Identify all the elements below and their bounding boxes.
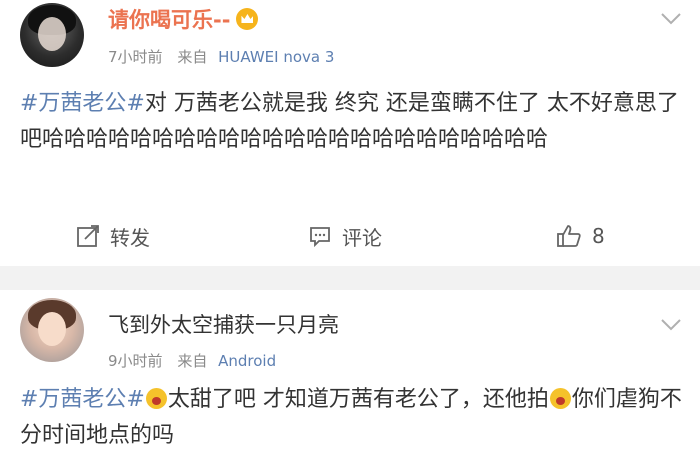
device-name: HUAWEI nova 3 [218,48,335,66]
source-label: 来自 [177,48,208,66]
hashtag-link[interactable]: #万茜老公# [20,387,145,412]
repost-icon [77,225,99,247]
comment-label: 评论 [342,225,382,250]
post-text-part1: 太甜了吧 才知道万茜有老公了，还他拍 [167,387,549,412]
username[interactable]: 飞到外太空捕获一只月亮 [108,313,339,337]
weibo-post: 请你喝可乐-- 7小时前 来自 HUAWEI nova 3 #万茜老公#对 万茜… [0,0,700,266]
hashtag-link[interactable]: #万茜老公# [20,91,145,116]
source-label: 来自 [177,352,208,370]
username-row: 飞到外太空捕获一只月亮 [108,312,339,338]
post-content: #万茜老公#对 万茜老公就是我 终究 还是蛮瞒不住了 太不好意思了吧哈哈哈哈哈哈… [20,86,684,158]
post-content: #万茜老公# 太甜了吧 才知道万茜有老公了，还他拍 你们虐狗不分时间地点的吗 [20,382,684,454]
repost-label: 转发 [110,225,150,250]
vip-crown-icon [236,8,259,30]
post-meta: 7小时前 来自 HUAWEI nova 3 [108,46,334,67]
feed-divider [0,266,700,290]
avatar[interactable] [20,298,84,362]
crying-laugh-emoji-icon [549,388,571,409]
action-bar: 转发 评论 8 [0,212,700,260]
like-count: 8 [592,224,605,248]
post-meta: 9小时前 来自 Android [108,350,276,371]
device-name: Android [218,352,277,370]
username[interactable]: 请你喝可乐-- [108,8,230,32]
repost-button[interactable]: 转发 [76,212,150,260]
chevron-down-icon[interactable] [660,12,682,26]
weibo-post: 飞到外太空捕获一只月亮 9小时前 来自 Android #万茜老公# 太甜了吧 才… [0,290,700,466]
like-button[interactable]: 8 [556,212,605,260]
thumbs-up-icon [557,225,581,247]
avatar[interactable] [20,3,84,67]
comment-icon [310,227,330,248]
post-time: 9小时前 [108,352,163,370]
crying-laugh-emoji-icon [145,388,167,409]
chevron-down-icon[interactable] [660,318,682,332]
username-row: 请你喝可乐-- [108,7,259,33]
comment-button[interactable]: 评论 [308,212,382,260]
post-time: 7小时前 [108,48,163,66]
